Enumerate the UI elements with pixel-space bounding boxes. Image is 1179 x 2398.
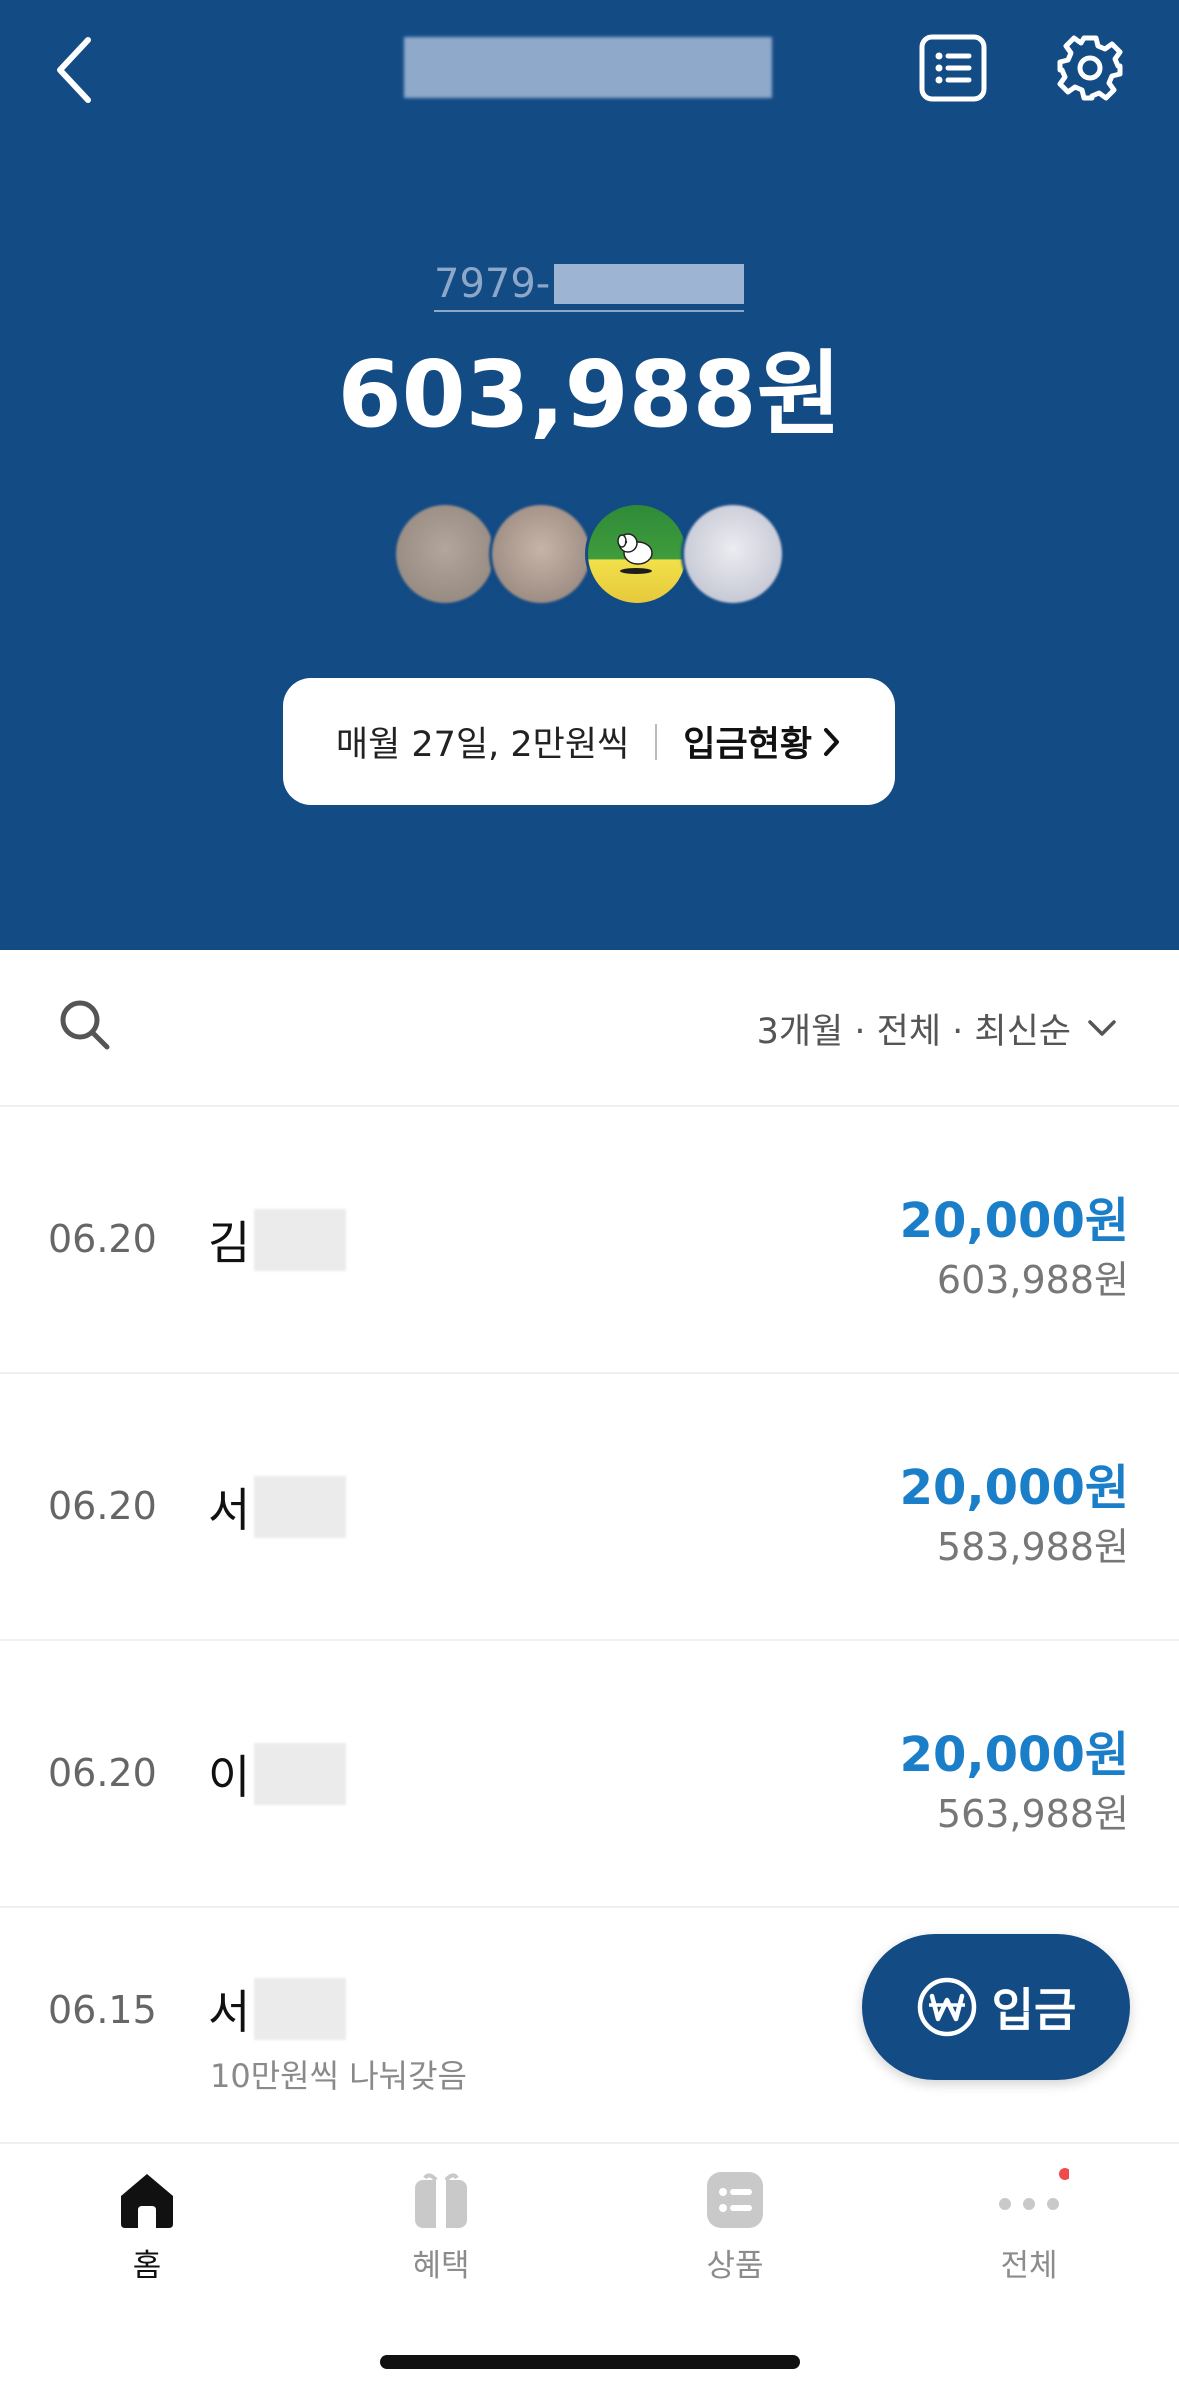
transaction-date: 06.15 [48,1988,157,2032]
transaction-name: 서 [208,1474,347,1540]
transaction-memo: 10만원씩 나눠갖음 [210,2057,467,2095]
chevron-right-icon [824,727,840,756]
search-button[interactable] [57,997,113,1053]
transaction-name: 서 [208,1976,347,2042]
sender-name-redacted [254,1476,347,1538]
tab-label: 상품 [706,2248,764,2284]
account-number[interactable]: 7979- [434,258,745,312]
account-header: 7979- 603,988원 매월 27일, 2만원씩 입금현황 [0,0,1179,950]
avatar [393,502,497,606]
notification-dot [1059,2168,1069,2180]
tab-home[interactable]: 홈 [0,2168,294,2298]
sender-name-redacted [254,1978,347,2040]
transaction-row[interactable]: 06.20 김 20,000원 603,988원 [0,1107,1179,1374]
product-list-icon [707,2172,763,2228]
search-filter-bar: 3개월 · 전체 · 최신순 [0,950,1179,1107]
sender-initial: 이 [208,1750,251,1804]
sender-name-redacted [254,1743,347,1805]
transaction-history-button[interactable] [917,32,989,104]
gift-icon [415,2173,467,2228]
home-icon [121,2174,173,2228]
sender-name-redacted [254,1209,347,1271]
deposit-status-link[interactable]: 입금현황 [683,716,842,767]
divider [655,723,658,760]
tab-benefits[interactable]: 혜택 [294,2168,588,2298]
deposit-status-card[interactable]: 매월 27일, 2만원씩 입금현황 [283,678,895,805]
transaction-amount: 20,000원 [899,1727,1129,1783]
transaction-date: 06.20 [48,1751,157,1795]
member-avatars[interactable] [393,502,789,606]
account-number-prefix: 7979- [434,261,551,307]
list-icon [919,34,987,102]
chevron-left-icon [57,37,91,103]
tab-label: 전체 [1000,2248,1058,2284]
transaction-name: 이 [208,1741,347,1807]
transaction-balance: 563,988원 [936,1792,1129,1836]
sender-initial: 김 [208,1216,251,1270]
balance-amount: 603,988원 [337,341,842,448]
deposit-status-label: 입금현황 [683,725,813,765]
tab-products[interactable]: 상품 [588,2168,882,2298]
tab-label: 혜택 [412,2248,470,2284]
transaction-row[interactable]: 06.20 서 20,000원 583,988원 [0,1374,1179,1641]
dog-icon [617,533,653,574]
home-indicator[interactable] [380,2355,800,2369]
gear-icon [1057,35,1123,101]
search-icon [60,1000,110,1050]
more-dots-icon [999,2168,1069,2210]
chevron-down-icon [1088,1020,1116,1036]
transaction-name: 김 [208,1207,347,1273]
tab-all[interactable]: 전체 [882,2168,1176,2298]
deposit-button[interactable]: 입금 [862,1934,1130,2080]
avatar [585,502,689,606]
transaction-balance: 603,988원 [936,1258,1129,1302]
transaction-amount: 20,000원 [899,1460,1129,1516]
avatar [681,502,785,606]
account-name-redacted [404,37,772,98]
filter-label: 3개월 · 전체 · 최신순 [756,1011,1071,1052]
won-icon [917,1977,976,2037]
settings-button[interactable] [1052,30,1128,106]
deposit-rule-text: 매월 27일, 2만원씩 [335,725,630,765]
back-button[interactable] [48,30,108,110]
transaction-date: 06.20 [48,1484,157,1528]
transaction-balance: 583,988원 [936,1525,1129,1569]
deposit-button-label: 입금 [991,1983,1077,2037]
avatar [489,502,593,606]
transaction-date: 06.20 [48,1217,157,1261]
tab-label: 홈 [132,2248,162,2284]
transaction-row[interactable]: 06.20 이 20,000원 563,988원 [0,1641,1179,1908]
sender-initial: 서 [208,1985,251,2039]
filter-dropdown[interactable]: 3개월 · 전체 · 최신순 [757,1000,1117,1056]
sender-initial: 서 [208,1483,251,1537]
account-number-redacted [554,264,745,304]
transaction-amount: 20,000원 [899,1193,1129,1249]
